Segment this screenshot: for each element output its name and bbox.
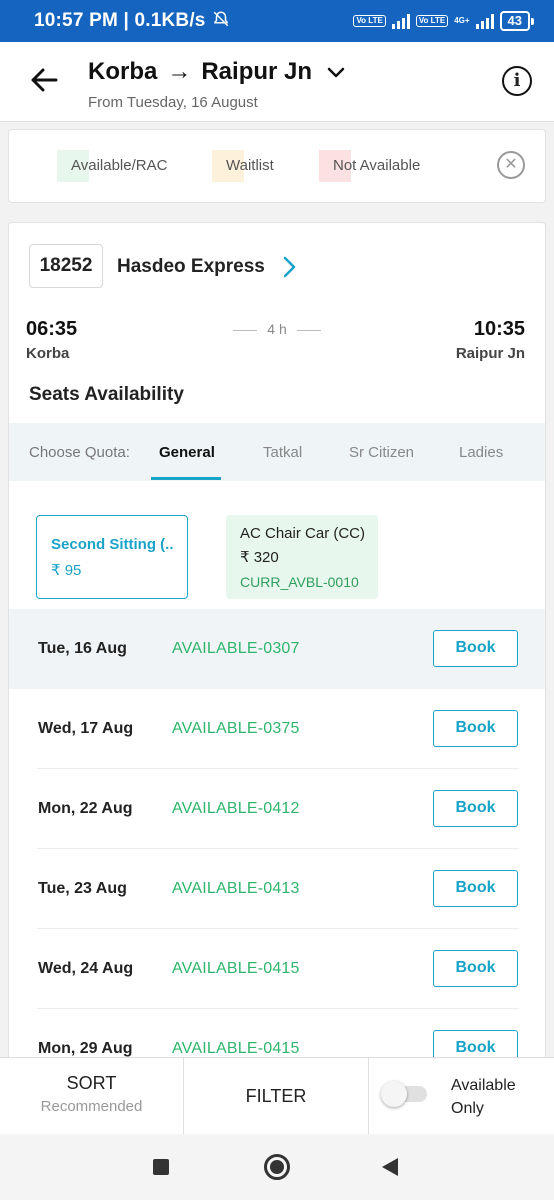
signal-icon-2 [475,13,494,29]
availability-row: Tue, 16 Aug AVAILABLE-0307 Book [9,609,545,689]
sort-value: Recommended [40,1098,143,1115]
legend-waitlist: Waitlist [212,150,274,182]
back-triangle-icon[interactable] [382,1158,398,1176]
back-arrow-icon[interactable] [26,62,62,98]
book-button[interactable]: Book [433,710,518,747]
available-only-filter: Available Only [369,1058,554,1134]
journey-duration: 4 h [233,321,321,337]
tab-general[interactable]: General [159,444,215,461]
sort-button[interactable]: SORT Recommended [0,1058,184,1134]
book-button[interactable]: Book [433,630,518,667]
availability-row: Wed, 24 Aug AVAILABLE-0415 Book [9,929,545,1009]
departure-station: Korba [26,345,70,362]
seats-availability-title: Seats Availability [29,384,184,405]
volte-icon: Vo LTE [353,15,386,27]
class-card-second-sitting[interactable]: Second Sitting (... ₹ 95 [36,515,188,599]
availability-date: Wed, 17 Aug [38,720,134,737]
tab-tatkal[interactable]: Tatkal [263,444,302,461]
tab-indicator [151,477,221,480]
recent-apps-icon[interactable] [153,1159,169,1175]
train-name[interactable]: Hasdeo Express [117,256,265,278]
class-name: AC Chair Car (CC) [240,525,364,542]
route-selector[interactable]: Korba → Raipur Jn [88,58,346,86]
availability-date: Mon, 29 Aug [38,1040,133,1057]
book-button[interactable]: Book [433,870,518,907]
sort-label: SORT [66,1073,117,1093]
train-card: 18252 Hasdeo Express 06:35 Korba 4 h 10:… [8,222,546,1062]
close-icon[interactable]: ✕ [497,151,525,179]
class-card-ac-chair-car[interactable]: AC Chair Car (CC) ₹ 320 CURR_AVBL-0010 [226,515,378,599]
availability-date: Wed, 24 Aug [38,960,134,977]
availability-row: Tue, 23 Aug AVAILABLE-0413 Book [9,849,545,929]
arrival-station: Raipur Jn [455,345,525,362]
quota-label: Choose Quota: [29,444,130,461]
route-arrow: → [167,58,192,85]
availability-date: Mon, 22 Aug [38,800,133,817]
arrival-time: 10:35 [473,318,525,340]
status-time: 10:57 PM [34,10,118,31]
info-icon[interactable]: i [502,66,532,96]
destination-station: Raipur Jn [201,58,313,85]
notifications-off-icon [212,10,230,33]
availability-row: Wed, 17 Aug AVAILABLE-0375 Book [9,689,545,769]
chevron-down-icon [326,62,346,82]
signal-icon [391,13,410,29]
battery-icon: 43 [499,11,535,31]
availability-row: Mon, 29 Aug AVAILABLE-0415 Book [9,1009,545,1062]
app-header: Korba → Raipur Jn From Tuesday, 16 Augus… [0,42,554,122]
available-only-label: Available Only [451,1077,516,1117]
class-price: ₹ 320 [240,549,279,566]
class-price: ₹ 95 [51,562,82,579]
filter-button[interactable]: FILTER [184,1058,369,1134]
available-only-toggle[interactable] [381,1081,427,1107]
availability-status: AVAILABLE-0412 [172,800,300,817]
journey-date: From Tuesday, 16 August [88,94,258,111]
availability-legend: Available/RAC Waitlist Not Available ✕ [8,129,546,203]
status-bar: 10:57 PM | 0.1KB/s Vo LTE Vo LTE 4G+ 43 [0,0,554,42]
origin-station: Korba [88,58,158,85]
book-button[interactable]: Book [433,950,518,987]
tab-sr-citizen[interactable]: Sr Citizen [349,444,414,461]
legend-not-available: Not Available [319,150,420,182]
tab-ladies[interactable]: Ladies [459,444,503,461]
chevron-right-icon[interactable] [279,255,299,279]
home-icon[interactable] [264,1154,290,1180]
class-name: Second Sitting (... [51,536,173,553]
availability-date: Tue, 16 Aug [38,640,127,657]
availability-status: AVAILABLE-0413 [172,880,300,897]
network-4g-icon: 4G+ [454,16,470,25]
departure-time: 06:35 [26,318,78,340]
availability-status: AVAILABLE-0415 [172,1040,300,1057]
availability-status: AVAILABLE-0415 [172,960,300,977]
bottom-action-bar: SORT Recommended FILTER Available Only [0,1057,554,1134]
volte-icon-2: Vo LTE [415,15,449,27]
availability-list: Tue, 16 Aug AVAILABLE-0307 Book Wed, 17 … [9,609,545,1062]
system-nav-bar [0,1134,554,1200]
availability-date: Tue, 23 Aug [38,880,127,897]
book-button[interactable]: Book [433,790,518,827]
availability-status: AVAILABLE-0307 [172,640,300,657]
availability-status: AVAILABLE-0375 [172,720,300,737]
train-number: 18252 [29,244,103,288]
availability-row: Mon, 22 Aug AVAILABLE-0412 Book [9,769,545,849]
legend-available: Available/RAC [57,150,167,182]
quota-selector: Choose Quota: General Tatkal Sr Citizen … [9,423,545,481]
status-speed: 0.1KB/s [134,10,206,31]
class-status: CURR_AVBL-0010 [240,574,359,590]
toggle-knob [381,1081,407,1107]
